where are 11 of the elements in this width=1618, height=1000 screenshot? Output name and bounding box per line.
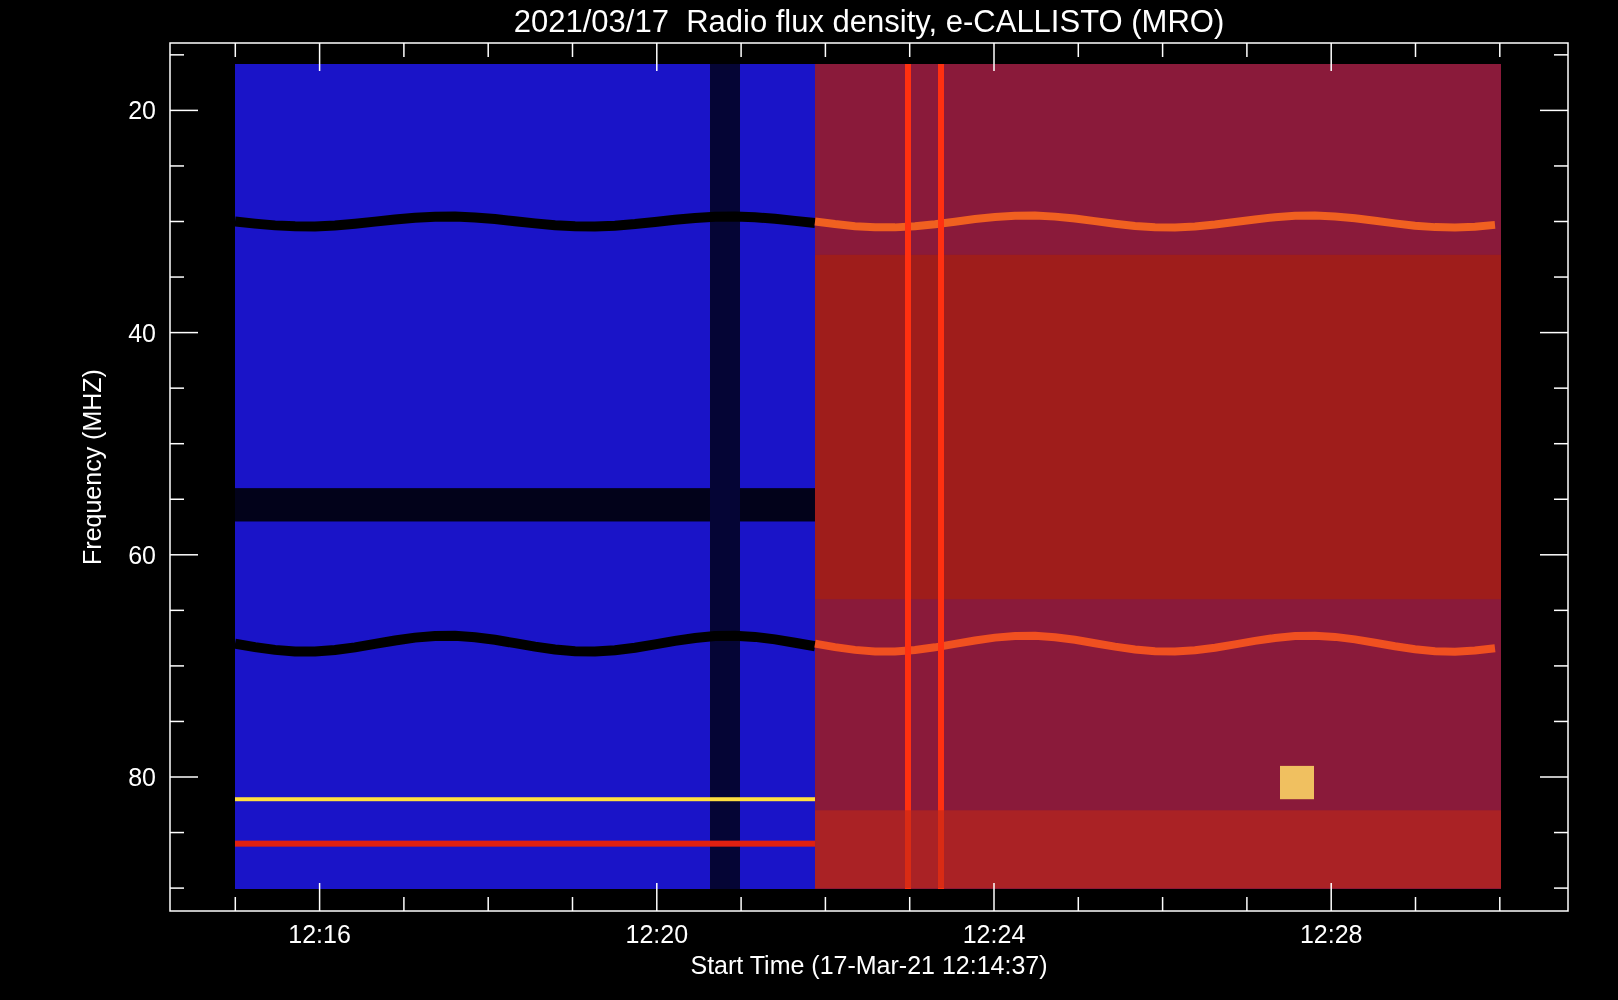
y-tick-label: 20: [128, 96, 156, 125]
y-tick-label: 60: [128, 540, 156, 569]
x-tick-label: 12:28: [1299, 920, 1363, 948]
x-tick-label: 12:24: [962, 920, 1026, 948]
x-tick-label: 12:20: [625, 920, 689, 948]
x-axis-title: Start Time (17-Mar-21 12:14:37): [690, 951, 1048, 979]
y-tick-label: 40: [128, 318, 156, 347]
chart-title: 2021/03/17 Radio flux density, e-CALLISTO (MRO): [513, 4, 1225, 39]
x-tick-label: 12:16: [288, 920, 351, 948]
y-tick-label: 80: [128, 763, 156, 791]
y-axis-title: Frequency (MHZ): [78, 369, 106, 565]
